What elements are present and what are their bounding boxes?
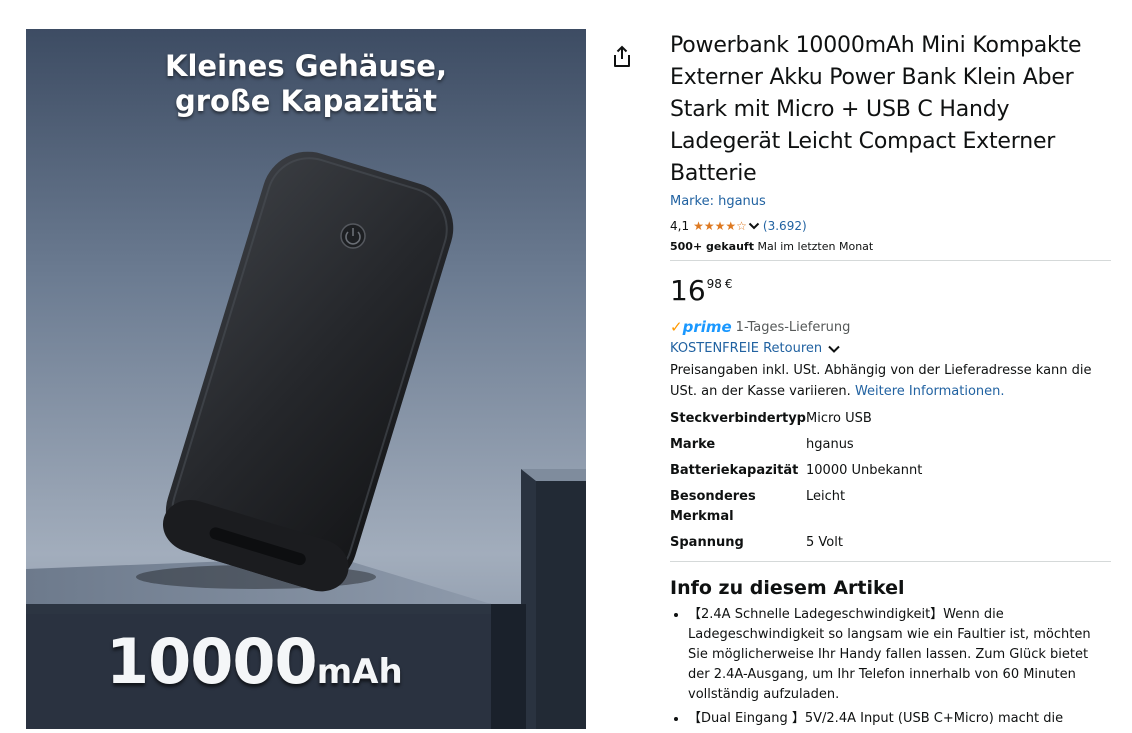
capacity-unit: mAh — [316, 652, 403, 692]
star-full-icon: ★ — [703, 219, 715, 233]
spec-key: Batteriekapazität — [670, 463, 799, 478]
image-headline-line1: Kleines Gehäuse, — [165, 49, 447, 83]
feature-bullet: 【Dual Eingang 】5V/2.4A Input (USB C+Micr… — [688, 709, 1111, 729]
price-fraction: 98 — [706, 277, 722, 291]
rating-count-link[interactable]: (3.692) — [763, 219, 807, 233]
spec-row: Steckverbindertyp Micro USB — [670, 409, 922, 435]
delivery-speed: 1-Tages-Lieferung — [735, 319, 851, 335]
free-returns-link[interactable]: KOSTENFREIE Retouren — [670, 341, 822, 356]
share-icon — [614, 45, 630, 67]
info-heading: Info zu diesem Artikel — [670, 577, 905, 599]
prime-check-icon: ✓ — [670, 318, 683, 336]
star-full-icon: ★ — [714, 219, 726, 233]
prime-wordmark: prime — [682, 318, 732, 336]
product-details: Powerbank 10000mAh Mini Kompakte Externe… — [670, 30, 1111, 733]
chevron-down-icon[interactable] — [748, 221, 760, 231]
spec-key: Spannung — [670, 535, 744, 550]
price-whole: 16 — [670, 274, 706, 307]
spec-row: Spannung 5 Volt — [670, 533, 922, 559]
divider — [670, 260, 1111, 261]
spec-row: Batteriekapazität 10000 Unbekannt — [670, 461, 922, 487]
powerbank-illustration — [26, 29, 586, 729]
spec-value: Micro USB — [806, 411, 872, 426]
spec-value: hganus — [806, 437, 854, 452]
spec-value: Leicht — [806, 489, 846, 504]
image-capacity-label: 10000mAh — [106, 625, 403, 698]
image-headline-line2: große Kapazität — [174, 84, 438, 118]
prime-delivery: ✓ prime 1-Tages-Lieferung — [670, 318, 1111, 336]
spec-row: Marke hganus — [670, 435, 922, 461]
tax-note: Preisangaben inkl. USt. Abhängig von der… — [670, 361, 1111, 402]
returns-row: KOSTENFREIE Retouren — [670, 341, 1111, 356]
star-rating[interactable]: ★ ★ ★ ★ ☆ — [693, 220, 747, 232]
spec-key: Steckverbindertyp — [670, 411, 806, 426]
spec-value: 10000 Unbekannt — [806, 463, 923, 478]
star-full-icon: ★ — [725, 219, 737, 233]
spec-row: Besonderes Merkmal Leicht — [670, 487, 922, 533]
chevron-down-icon[interactable] — [827, 344, 841, 354]
spec-table: Steckverbindertyp Micro USB Marke hganus B… — [670, 409, 922, 559]
spec-key: Marke — [670, 437, 716, 452]
rating-row: 4,1 ★ ★ ★ ★ ☆ (3.692) — [670, 218, 1111, 234]
rating-value: 4,1 — [670, 219, 690, 233]
prime-logo: ✓ prime — [670, 318, 732, 336]
share-button[interactable] — [610, 44, 634, 70]
feature-bullet: 【2.4A Schnelle Ladegeschwindigkeit】Wenn … — [688, 605, 1111, 705]
spec-value: 5 Volt — [806, 535, 843, 550]
product-title: Powerbank 10000mAh Mini Kompakte Externe… — [670, 33, 1082, 186]
product-image[interactable]: Kleines Gehäuse, große Kapazität 10000mA… — [26, 29, 586, 729]
bought-period: Mal im letzten Monat — [757, 240, 874, 253]
spec-key: Besonderes Merkmal — [670, 489, 756, 524]
feature-bullets: 【2.4A Schnelle Ladegeschwindigkeit】Wenn … — [670, 605, 1111, 729]
bought-badge: 500+ gekauft Mal im letzten Monat — [670, 240, 1111, 253]
star-empty-icon: ☆ — [736, 219, 747, 233]
price: 16 98 € — [670, 276, 1111, 308]
capacity-number: 10000 — [106, 625, 318, 698]
star-full-icon: ★ — [693, 219, 704, 233]
bought-count: 500+ gekauft — [670, 240, 754, 253]
more-info-link[interactable]: Weitere Informationen. — [855, 384, 1005, 399]
divider — [670, 561, 1111, 562]
price-currency: € — [724, 277, 733, 291]
brand-link[interactable]: Marke: hganus — [670, 194, 1111, 209]
